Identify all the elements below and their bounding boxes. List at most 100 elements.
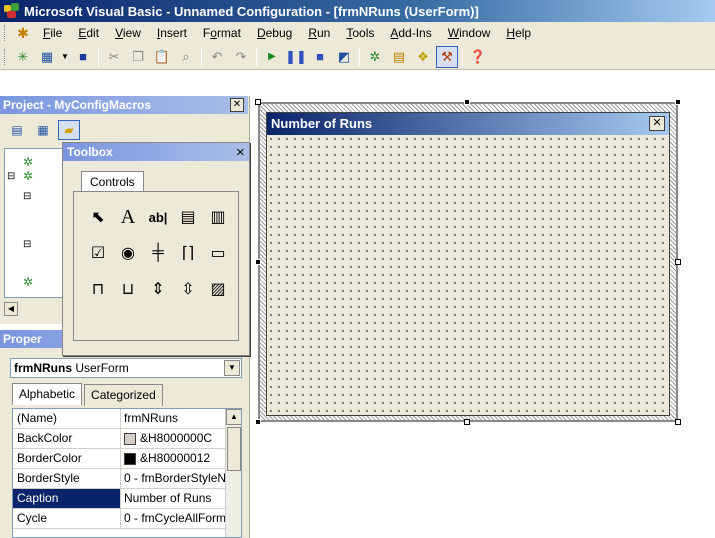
object-selector-chevron-icon[interactable]: ▼ (224, 360, 240, 376)
project-explorer-icon[interactable]: ✲ (364, 46, 386, 68)
toolbar-separator (359, 47, 360, 66)
property-row[interactable]: BorderStyle 0 - fmBorderStyleNone (13, 469, 241, 489)
property-row[interactable]: (Name) frmNRuns (13, 409, 241, 429)
object-browser-icon[interactable]: ❖ (412, 46, 434, 68)
userform-caption: Number of Runs (271, 116, 373, 131)
resize-handle[interactable] (255, 419, 261, 425)
properties-window-icon[interactable]: ▤ (388, 46, 410, 68)
properties-pane: Proper frmNRuns UserForm ▼ Alphabetic Ca… (0, 330, 250, 538)
scroll-thumb[interactable] (227, 427, 241, 471)
resize-handle[interactable] (675, 259, 681, 265)
project-close-button[interactable]: ✕ (230, 98, 244, 112)
menu-debug[interactable]: Debug (249, 26, 300, 40)
menu-edit[interactable]: Edit (70, 26, 107, 40)
menu-window[interactable]: Window (440, 26, 499, 40)
find-icon[interactable]: ⌕ (175, 46, 197, 68)
tab-categorized[interactable]: Categorized (84, 384, 163, 406)
resize-handle[interactable] (255, 99, 261, 105)
view-object-icon[interactable]: ▦ (32, 120, 54, 140)
tree-expand-icon[interactable]: ⊟ (23, 239, 31, 250)
resize-handle[interactable] (675, 99, 681, 105)
menu-help[interactable]: Help (498, 26, 539, 40)
break-icon[interactable]: ❚❚ (285, 46, 307, 68)
toolbox-tab-controls[interactable]: Controls (81, 171, 144, 192)
property-value[interactable]: &H80000012 (121, 449, 227, 468)
image-icon[interactable]: ▨ (204, 272, 232, 306)
save-icon[interactable]: ■ (72, 46, 94, 68)
textbox-icon[interactable]: ab| (144, 200, 172, 234)
tree-expand-icon[interactable]: ⊟ (23, 191, 31, 202)
property-row[interactable]: Cycle 0 - fmCycleAllForms (13, 509, 241, 529)
menu-view[interactable]: View (107, 26, 149, 40)
toolbox-icon[interactable]: ⚒ (436, 45, 458, 68)
insert-dropdown-chevron-icon[interactable]: ▼ (60, 46, 70, 68)
insert-userform-icon[interactable]: ▦ (36, 46, 58, 68)
scroll-up-icon[interactable]: ▲ (226, 409, 241, 425)
paste-icon[interactable]: 📋 (151, 46, 173, 68)
menu-insert[interactable]: Insert (149, 26, 195, 40)
toolbar-separator (201, 47, 202, 66)
property-row[interactable]: BackColor &H8000000C (13, 429, 241, 449)
menu-bar: ✱ File Edit View Insert Format Debug Run… (0, 22, 715, 44)
property-name: (Name) (13, 409, 121, 428)
option-button-icon[interactable]: ◉ (114, 236, 142, 270)
select-objects-icon[interactable]: ⬉ (84, 200, 112, 234)
label-icon[interactable]: A (114, 200, 142, 234)
property-row-selected[interactable]: Caption Number of Runs (13, 489, 241, 509)
run-icon[interactable]: ▶ (261, 46, 283, 68)
property-row[interactable]: BorderColor &H80000012 (13, 449, 241, 469)
toolbox-close-button[interactable]: ✕ (236, 144, 245, 162)
resize-handle[interactable] (675, 419, 681, 425)
property-value[interactable]: 0 - fmBorderStyleNone (121, 469, 227, 488)
tab-alphabetic[interactable]: Alphabetic (12, 383, 83, 405)
design-mode-icon[interactable]: ◩ (333, 46, 355, 68)
command-button-icon[interactable]: ▭ (204, 236, 232, 270)
object-selector[interactable]: frmNRuns UserForm ▼ (10, 358, 242, 378)
toolbox-window: Toolbox ✕ Controls ⬉ A ab| ▤ ▥ ☑ ◉ ╪ ⌈⌉ … (62, 142, 250, 356)
menu-format[interactable]: Format (195, 26, 249, 40)
tree-expand-icon[interactable]: ⊟ (7, 171, 15, 182)
menu-add-ins[interactable]: Add-Ins (382, 26, 439, 40)
resize-handle[interactable] (464, 99, 470, 105)
combobox-icon[interactable]: ▤ (174, 200, 202, 234)
copy-icon[interactable]: ❐ (127, 46, 149, 68)
properties-scrollbar[interactable]: ▲ (225, 409, 241, 537)
scrollbar-icon[interactable]: ⇕ (144, 272, 172, 306)
tree-node-project-icon[interactable]: ✲ (23, 155, 33, 169)
userform-close-button[interactable]: ✕ (649, 116, 665, 131)
tree-node-project-icon[interactable]: ✲ (23, 275, 33, 289)
property-value[interactable]: frmNRuns (121, 409, 227, 428)
menu-run[interactable]: Run (300, 26, 338, 40)
toggle-button-icon[interactable]: ╪ (144, 236, 172, 270)
view-host-app-icon[interactable]: ✳ (12, 46, 34, 68)
userform-design-grid[interactable] (267, 135, 669, 415)
userform-number-of-runs[interactable]: Number of Runs ✕ (266, 112, 670, 416)
vb-menu-icon[interactable]: ✱ (12, 22, 34, 44)
window-title: Microsoft Visual Basic - Unnamed Configu… (24, 3, 479, 19)
cut-icon[interactable]: ✂ (103, 46, 125, 68)
undo-icon[interactable]: ↶ (206, 46, 228, 68)
reset-icon[interactable]: ■ (309, 46, 331, 68)
toggle-folders-icon[interactable]: ▰ (58, 120, 80, 140)
resize-handle[interactable] (464, 419, 470, 425)
listbox-icon[interactable]: ▥ (204, 200, 232, 234)
resize-handle[interactable] (255, 259, 261, 265)
property-value[interactable]: Number of Runs (121, 489, 227, 508)
property-value[interactable]: 0 - fmCycleAllForms (121, 509, 227, 528)
toolbox-grid: ⬉ A ab| ▤ ▥ ☑ ◉ ╪ ⌈⌉ ▭ ⊓ ⊔ ⇕ ⇳ ▨ (84, 200, 232, 306)
project-hscroll-left-icon[interactable]: ◀ (4, 302, 18, 316)
help-icon[interactable]: ❓ (467, 46, 489, 68)
spinbutton-icon[interactable]: ⇳ (174, 272, 202, 306)
tree-node-project-icon[interactable]: ✲ (23, 169, 33, 183)
property-value[interactable]: &H8000000C (121, 429, 227, 448)
checkbox-icon[interactable]: ☑ (84, 236, 112, 270)
tabstrip-icon[interactable]: ⊓ (84, 272, 112, 306)
redo-icon[interactable]: ↷ (230, 46, 252, 68)
multipage-icon[interactable]: ⊔ (114, 272, 142, 306)
frame-icon[interactable]: ⌈⌉ (174, 236, 202, 270)
vb-app-icon (4, 3, 20, 19)
menu-tools[interactable]: Tools (338, 26, 382, 40)
color-swatch (124, 432, 136, 445)
menu-file[interactable]: File (35, 26, 70, 40)
view-code-icon[interactable]: ▤ (6, 120, 28, 140)
